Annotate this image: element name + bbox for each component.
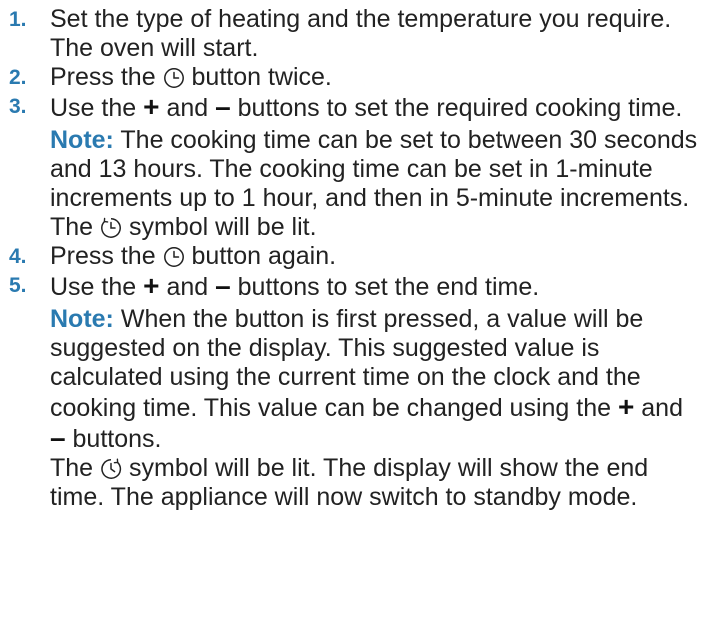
note-label: Note: [50, 305, 114, 333]
text-segment: Press the [50, 242, 156, 270]
step-result: The symbol will be lit. The display will… [50, 454, 702, 512]
step-3: 3. Use the + and – buttons to set the re… [0, 92, 702, 242]
text-segment: button twice. [191, 63, 332, 91]
step-4: 4. Press the button again. [0, 242, 702, 271]
step-1: 1. Set the type of heating and the tempe… [0, 5, 702, 63]
note-label: Note: [50, 126, 114, 154]
step-text: Set the type of heating and the temperat… [50, 5, 672, 33]
step-number: 1. [9, 8, 27, 31]
text-segment: and [641, 394, 683, 422]
text-segment: buttons to set the end time. [237, 273, 540, 301]
step-number: 2. [9, 66, 27, 89]
clock-icon [163, 67, 185, 89]
text-segment: buttons. [72, 425, 162, 453]
step-result: The symbol will be lit. [50, 213, 702, 242]
text-segment: The [50, 213, 94, 241]
text-segment: and [166, 273, 209, 301]
step-5: 5. Use the + and – buttons to set the en… [0, 271, 702, 512]
note-text: The cooking time can be set to between 3… [50, 126, 698, 212]
text-segment: Press the [50, 63, 156, 91]
text-segment: and [166, 94, 209, 122]
minus-symbol: – [215, 91, 231, 122]
text-segment: button again. [191, 242, 337, 270]
step-text: Use the + and – buttons to set the end t… [50, 271, 702, 302]
text-segment: buttons to set the required cooking time… [237, 94, 683, 122]
plus-symbol: + [617, 391, 635, 422]
end-time-icon [100, 458, 122, 480]
step-result: The oven will start. [50, 34, 259, 62]
step-number: 5. [9, 274, 27, 297]
plus-symbol: + [143, 270, 160, 301]
text-segment: symbol will be lit. [129, 213, 317, 241]
text-segment: symbol will be lit. The display will sho… [50, 454, 649, 511]
step-text: Use the + and – buttons to set the requi… [50, 92, 702, 123]
minus-symbol: – [215, 270, 231, 301]
text-segment: The [50, 454, 94, 482]
note-text: When the button is first pressed, a valu… [50, 305, 644, 422]
step-list: 1. Set the type of heating and the tempe… [0, 0, 702, 512]
cooking-time-icon [100, 217, 122, 239]
step-text: Press the button again. [50, 242, 702, 271]
note-block: Note: The cooking time can be set to bet… [50, 126, 702, 213]
step-text: Press the button twice. [50, 63, 702, 92]
note-block: Note: When the button is first pressed, … [50, 305, 702, 454]
step-number: 3. [9, 95, 27, 118]
instruction-document: 1. Set the type of heating and the tempe… [0, 0, 702, 644]
plus-symbol: + [143, 91, 160, 122]
text-segment: Use the [50, 273, 137, 301]
clock-icon [163, 246, 185, 268]
minus-symbol: – [50, 422, 66, 453]
step-number: 4. [9, 245, 27, 268]
text-segment: Use the [50, 94, 137, 122]
step-2: 2. Press the button twice. [0, 63, 702, 92]
